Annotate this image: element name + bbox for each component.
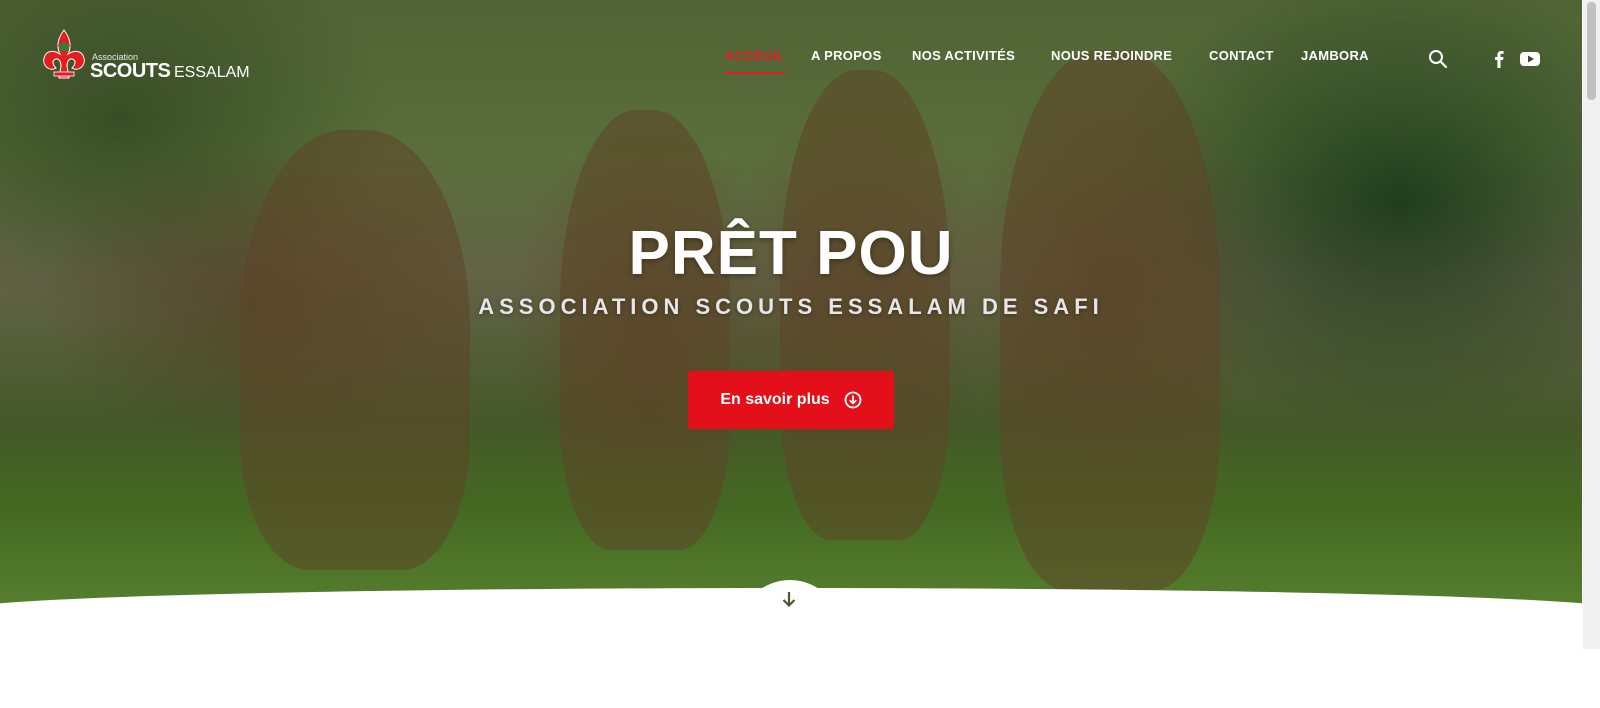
learn-more-label: En savoir plus xyxy=(720,391,830,408)
arrow-circle-down-icon xyxy=(844,391,862,409)
hero-subtitle: ASSOCIATION SCOUTS ESSALAM DE SAFI xyxy=(478,294,1104,319)
nav-item-jambora[interactable]: JAMBORA xyxy=(1301,48,1369,63)
scrollbar-thumb[interactable] xyxy=(1587,2,1596,100)
nav-item-nos-activites[interactable]: NOS ACTIVITÉS xyxy=(912,48,1015,63)
learn-more-button[interactable]: En savoir plus xyxy=(688,371,894,429)
facebook-icon[interactable] xyxy=(1488,48,1510,70)
nav-item-nous-rejoindre[interactable]: NOUS REJOINDRE xyxy=(1051,48,1172,63)
youtube-icon[interactable] xyxy=(1518,48,1542,70)
nav-item-contact[interactable]: CONTACT xyxy=(1209,48,1274,63)
main-nav: ACCEUIL A PROPOS NOS ACTIVITÉS NOUS REJO… xyxy=(0,48,1582,74)
search-icon[interactable] xyxy=(1427,48,1449,70)
nav-item-acceuil[interactable]: ACCEUIL xyxy=(725,48,785,74)
arrow-down-icon[interactable] xyxy=(776,586,802,612)
nav-item-a-propos[interactable]: A PROPOS xyxy=(811,48,882,63)
hero-title: PRÊT POU xyxy=(628,218,954,288)
